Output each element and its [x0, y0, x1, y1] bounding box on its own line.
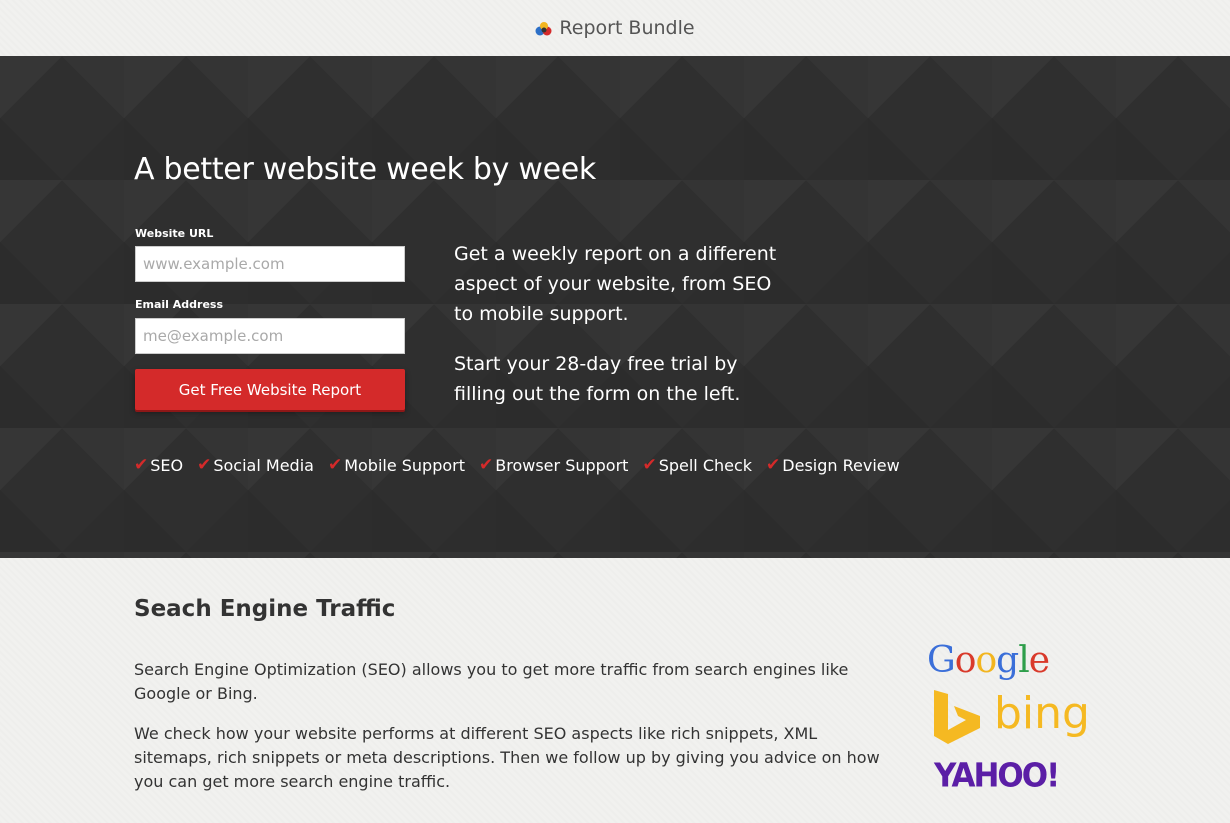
- feature-list: ✔ SEO ✔ Social Media ✔ Mobile Support ✔ …: [134, 455, 900, 475]
- hero-description-weekly: Get a weekly report on a different aspec…: [454, 243, 777, 325]
- hero-description-trial: Start your 28-day free trial by filling …: [454, 353, 741, 405]
- feature-label: Browser Support: [495, 455, 629, 475]
- email-address-input[interactable]: [135, 318, 405, 354]
- check-icon: ✔: [327, 455, 343, 475]
- feature-item: ✔ SEO: [134, 455, 183, 475]
- top-bar: Report Bundle: [0, 0, 1230, 56]
- feature-item: ✔ Social Media: [197, 455, 314, 475]
- get-free-report-button[interactable]: Get Free Website Report: [135, 369, 405, 410]
- brand-name: Report Bundle: [559, 17, 695, 39]
- feature-item: ✔ Design Review: [766, 455, 900, 475]
- feature-label: Mobile Support: [344, 455, 466, 475]
- bing-logo: bing: [932, 688, 1090, 746]
- section-paragraph-seo: Search Engine Optimization (SEO) allows …: [134, 660, 849, 703]
- hero-title: A better website week by week: [134, 152, 596, 187]
- email-address-label: Email Address: [135, 298, 224, 311]
- feature-label: Spell Check: [658, 455, 753, 475]
- report-bundle-logo-icon: [535, 22, 552, 36]
- feature-item: ✔ Browser Support: [479, 455, 628, 475]
- section-title: Seach Engine Traffic: [134, 596, 396, 622]
- check-icon: ✔: [642, 455, 657, 475]
- hero-section: A better website week by week Website UR…: [0, 56, 1230, 558]
- check-icon: ✔: [479, 455, 494, 475]
- check-icon: ✔: [134, 455, 149, 475]
- yahoo-logo: YAHOO!: [934, 757, 1060, 795]
- check-icon: ✔: [766, 455, 781, 475]
- website-url-input[interactable]: [135, 246, 405, 282]
- check-icon: ✔: [197, 455, 212, 475]
- website-url-label: Website URL: [135, 227, 214, 240]
- feature-label: Social Media: [213, 455, 314, 475]
- google-logo: Google: [927, 640, 1050, 681]
- feature-item: ✔ Spell Check: [642, 455, 752, 475]
- brand-link[interactable]: Report Bundle: [535, 17, 695, 39]
- feature-label: Design Review: [782, 455, 900, 475]
- bing-wordmark: bing: [994, 687, 1090, 739]
- feature-item: ✔ Mobile Support: [328, 455, 465, 475]
- section-paragraph-check: We check how your website performs at di…: [134, 724, 880, 791]
- feature-label: SEO: [150, 455, 184, 475]
- bing-b-icon: [934, 690, 980, 744]
